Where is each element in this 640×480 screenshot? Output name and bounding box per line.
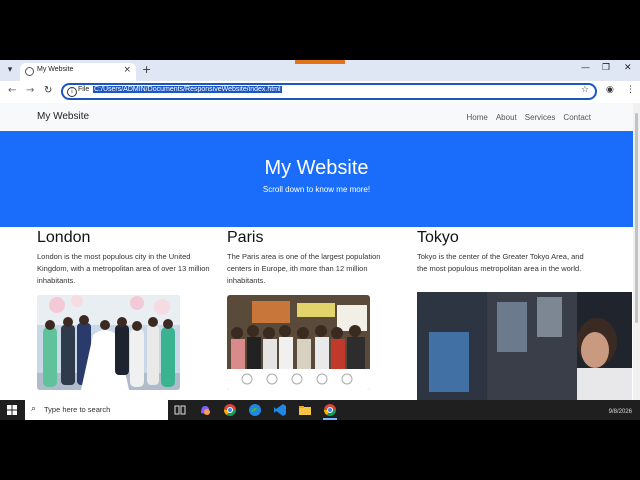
- hero-subtitle: Scroll down to know me more!: [262, 185, 371, 194]
- search-placeholder: Type here to search: [44, 405, 111, 414]
- webcam-overlay: [417, 292, 632, 410]
- site-nav-links: Home About Services Contact: [466, 113, 591, 122]
- close-window-icon[interactable]: ✕: [624, 63, 632, 73]
- taskbar-search-box[interactable]: ⌕ Type here to search: [25, 400, 168, 420]
- nav-home[interactable]: Home: [466, 113, 487, 122]
- tab-search-icon[interactable]: ▾: [3, 64, 17, 77]
- bookmark-star-icon[interactable]: ☆: [581, 85, 589, 95]
- chrome-icon[interactable]: [223, 403, 237, 417]
- site-brand[interactable]: My Website: [37, 111, 89, 122]
- info-icon[interactable]: i: [67, 87, 77, 97]
- wedding-photo: [37, 295, 180, 390]
- menu-kebab-icon[interactable]: ⋮: [626, 85, 635, 95]
- restore-icon[interactable]: ❐: [602, 63, 610, 73]
- browser-toolbar: ← → ↻ i File C:/Users/ADMIN/Documents/Re…: [0, 81, 640, 104]
- tab-my-website[interactable]: My Website ×: [20, 63, 136, 81]
- nav-about[interactable]: About: [496, 113, 517, 122]
- active-app-indicator: [323, 418, 337, 420]
- edge-icon[interactable]: [248, 403, 262, 417]
- page-scrollbar[interactable]: [633, 103, 640, 400]
- windows-taskbar: ⌕ Type here to search 9/8/2026: [0, 400, 640, 420]
- copilot-icon[interactable]: [198, 403, 212, 417]
- city-heading: London: [37, 229, 91, 246]
- vscode-icon[interactable]: [273, 403, 287, 417]
- city-heading: Paris: [227, 229, 264, 246]
- hero-banner: My Website Scroll down to know me more!: [0, 131, 633, 227]
- task-view-icon[interactable]: [173, 403, 187, 417]
- city-description: The Paris area is one of the largest pop…: [227, 252, 381, 285]
- scrollbar-thumb[interactable]: [635, 113, 638, 323]
- taskbar-date[interactable]: 9/8/2026: [609, 409, 632, 415]
- nav-contact[interactable]: Contact: [563, 113, 591, 122]
- windows-start-icon[interactable]: [7, 405, 17, 415]
- city-description: London is the most populous city in the …: [37, 252, 210, 285]
- file-label: File: [78, 86, 90, 93]
- address-bar[interactable]: i File C:/Users/ADMIN/Documents/Responsi…: [61, 83, 597, 100]
- forward-icon[interactable]: →: [26, 85, 34, 96]
- city-description: Tokyo is the center of the Greater Tokyo…: [417, 252, 584, 273]
- search-icon: ⌕: [31, 404, 37, 414]
- close-tab-icon[interactable]: ×: [123, 65, 131, 75]
- minimize-icon[interactable]: —: [581, 63, 590, 73]
- profile-icon[interactable]: ◉: [606, 85, 614, 95]
- back-icon[interactable]: ←: [8, 85, 16, 96]
- city-heading: Tokyo: [417, 229, 459, 246]
- group-photo: [227, 295, 370, 390]
- url-text[interactable]: C:/Users/ADMIN/Documents/ResponsiveWebsi…: [93, 86, 282, 93]
- reload-icon[interactable]: ↻: [44, 85, 52, 96]
- nav-services[interactable]: Services: [525, 113, 556, 122]
- hero-title: My Website: [264, 157, 369, 179]
- globe-icon: [25, 67, 34, 76]
- chrome-active-icon[interactable]: [323, 403, 337, 417]
- file-explorer-icon[interactable]: [298, 403, 312, 417]
- recording-indicator: [295, 60, 345, 64]
- site-navbar: My Website Home About Services Contact: [0, 103, 633, 131]
- tab-title: My Website: [37, 66, 74, 73]
- new-tab-icon[interactable]: +: [142, 63, 151, 76]
